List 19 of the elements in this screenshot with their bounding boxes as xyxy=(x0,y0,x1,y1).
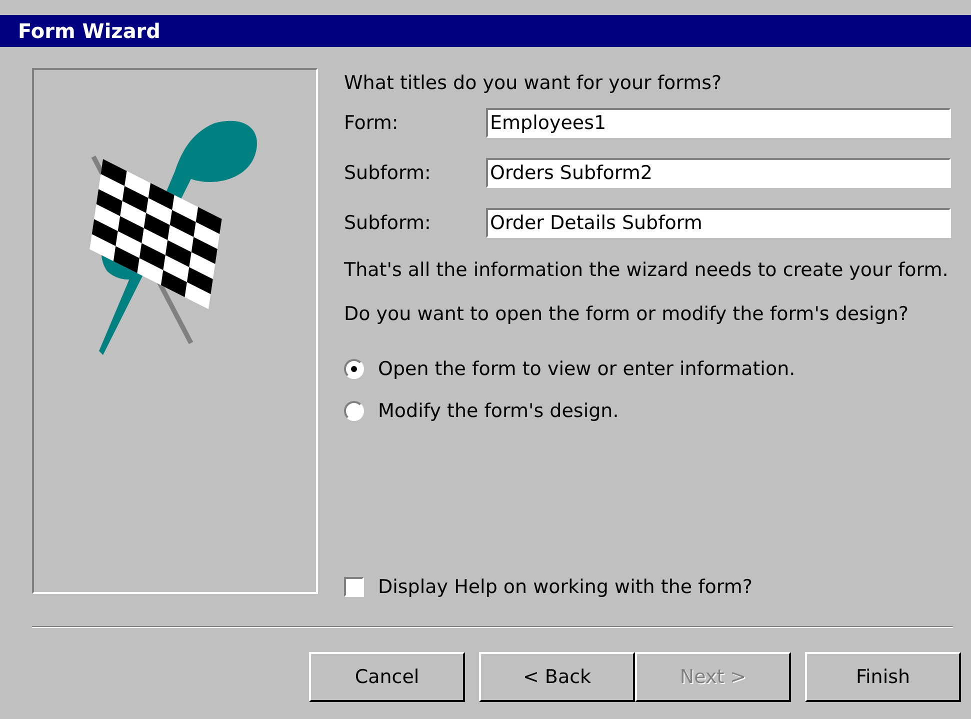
checkbox-label[interactable]: Display Help on working with the form? xyxy=(378,576,752,598)
radio-button[interactable] xyxy=(344,359,364,379)
wizard-button[interactable]: Cancel xyxy=(309,652,465,702)
wizard-button[interactable]: Finish xyxy=(805,652,961,702)
question-text: What titles do you want for your forms? xyxy=(344,72,723,94)
field-label: Form: xyxy=(344,112,400,134)
info-text: That's all the information the wizard needs to create your form. xyxy=(344,258,950,282)
option-label[interactable]: Modify the form's design. xyxy=(378,400,619,422)
wizard-button[interactable]: < Back xyxy=(479,652,635,702)
window-title: Form Wizard xyxy=(18,19,160,43)
field-label: Subform: xyxy=(344,162,432,184)
title-input-field[interactable]: Order Details Subform xyxy=(486,208,951,238)
prompt-text: Do you want to open the form or modify the form's design? xyxy=(344,302,910,326)
option-label[interactable]: Open the form to view or enter information. xyxy=(378,358,796,380)
radio-button[interactable] xyxy=(344,401,364,421)
checkbox[interactable] xyxy=(344,577,364,597)
title-input-field[interactable]: Orders Subform2 xyxy=(486,158,951,188)
title-input-field[interactable]: Employees1 xyxy=(486,108,951,138)
field-label: Subform: xyxy=(344,212,432,234)
